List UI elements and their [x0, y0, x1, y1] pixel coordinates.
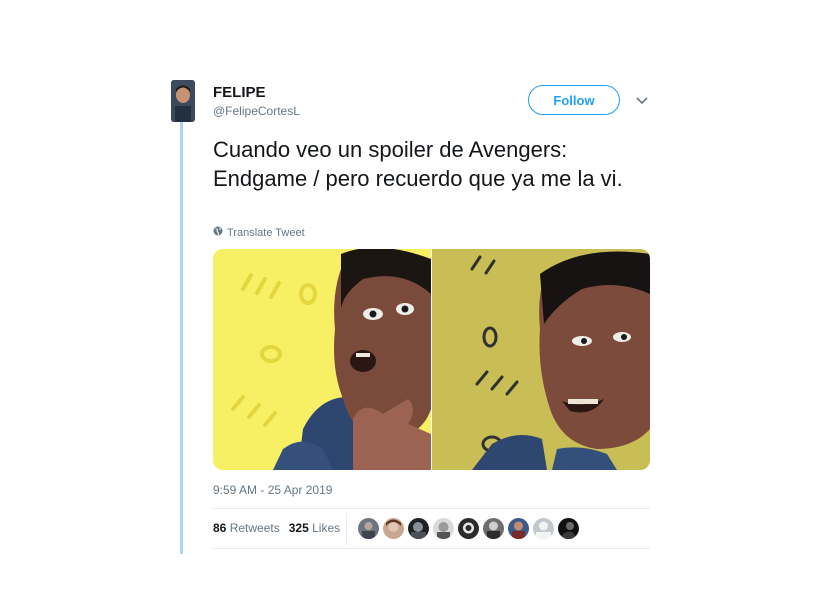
- likes-stat[interactable]: 325 Likes: [289, 521, 340, 535]
- liker-avatar[interactable]: [483, 518, 504, 539]
- media-image-right[interactable]: [432, 249, 650, 470]
- tweet-stats: 86 Retweets 325 Likes: [213, 521, 340, 535]
- liker-avatar[interactable]: [458, 518, 479, 539]
- thread-line: [180, 120, 183, 554]
- tweet-text: Cuando veo un spoiler de Avengers: Endga…: [213, 137, 623, 191]
- chevron-down-icon[interactable]: [634, 93, 650, 109]
- liker-avatar[interactable]: [408, 518, 429, 539]
- divider: [213, 508, 650, 509]
- liker-avatar[interactable]: [383, 518, 404, 539]
- globe-icon: [213, 226, 223, 239]
- liker-avatar[interactable]: [508, 518, 529, 539]
- translate-tweet-link[interactable]: Translate Tweet: [213, 226, 305, 239]
- liker-avatar[interactable]: [433, 518, 454, 539]
- retweets-count: 86: [213, 521, 227, 535]
- liker-avatar[interactable]: [358, 518, 379, 539]
- liker-avatar[interactable]: [533, 518, 554, 539]
- translate-label: Translate Tweet: [227, 226, 305, 239]
- liker-avatar[interactable]: [558, 518, 579, 539]
- liker-avatars: [358, 518, 579, 539]
- tweet-timestamp[interactable]: 9:59 AM - 25 Apr 2019: [213, 483, 332, 497]
- likes-label: Likes: [312, 521, 341, 535]
- likes-count: 325: [288, 521, 309, 535]
- user-handle[interactable]: @FelipeCortesL: [213, 104, 300, 118]
- user-name[interactable]: FELIPE: [213, 84, 266, 101]
- media-image-left[interactable]: [213, 249, 431, 470]
- divider: [213, 548, 650, 549]
- retweets-stat[interactable]: 86 Retweets: [213, 521, 280, 535]
- follow-button[interactable]: Follow: [528, 85, 620, 115]
- avatar[interactable]: [171, 80, 195, 122]
- tweet-media[interactable]: [213, 249, 650, 470]
- retweets-label: Retweets: [229, 521, 280, 535]
- stats-divider: [346, 513, 347, 545]
